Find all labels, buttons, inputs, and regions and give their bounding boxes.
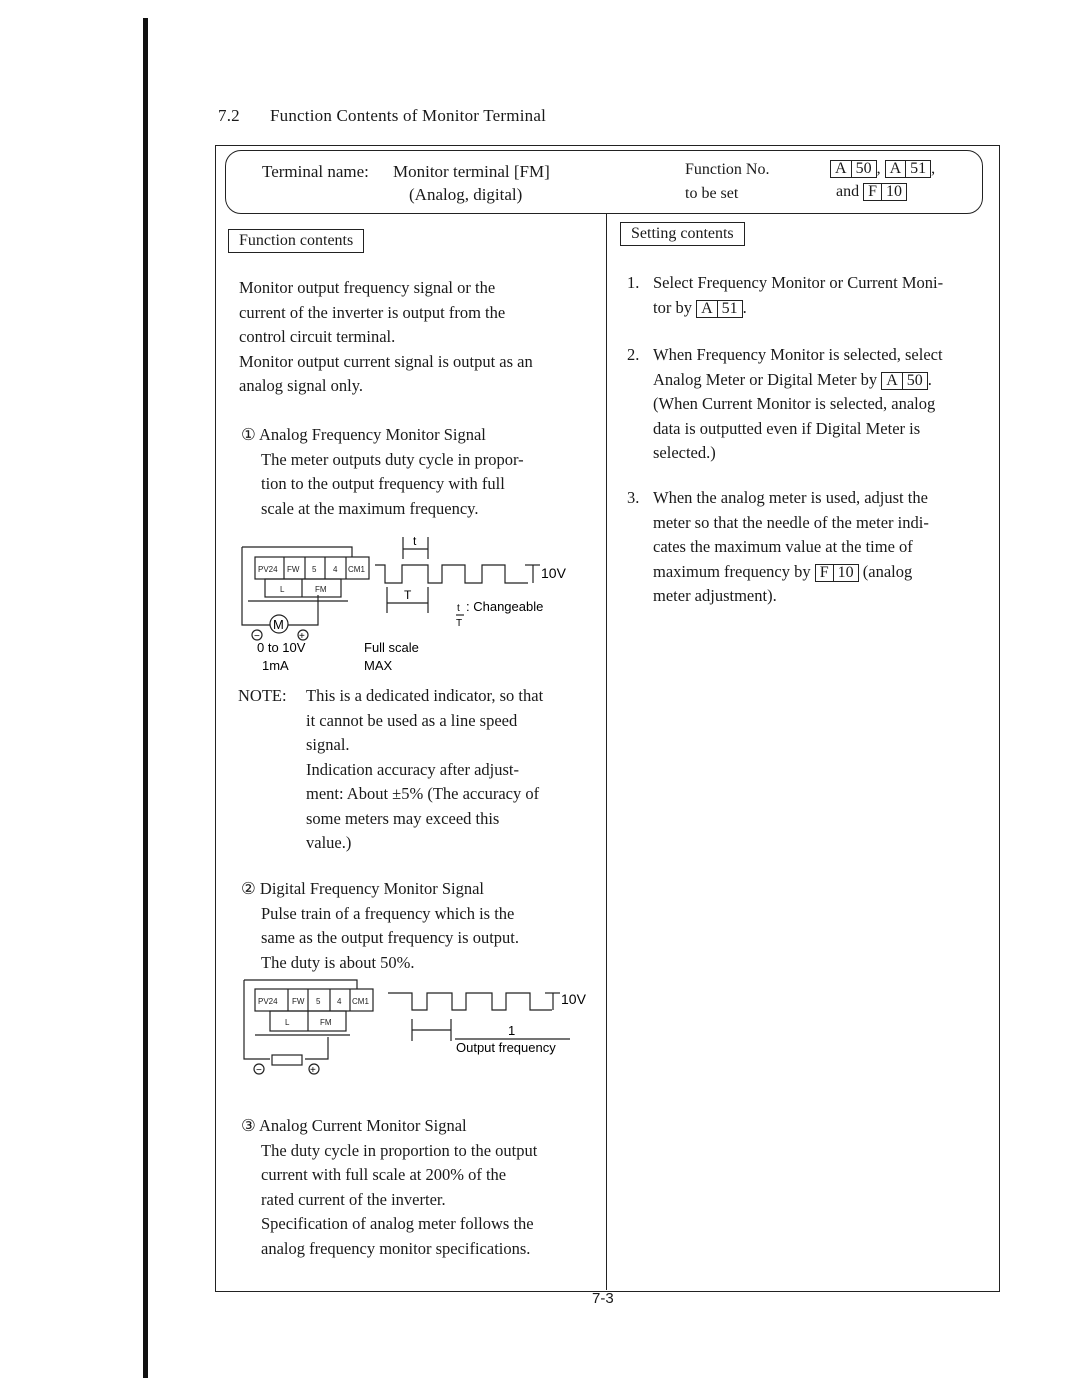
ratio-num: t [457, 603, 460, 614]
code-a50-ref: A 50 [881, 371, 928, 390]
changeable-label: : Changeable [466, 599, 543, 614]
code-f10-ref: F 10 [814, 563, 859, 582]
marker-1: ① [241, 425, 256, 444]
setting-item-2: 2. When Frequency Monitor is selected, s… [627, 345, 943, 462]
terminal-4: 4 [333, 565, 338, 574]
wire-right [288, 595, 319, 626]
marker-2: ② [241, 879, 256, 898]
voltage-label: 10V [541, 565, 567, 581]
function-contents-tag: Function contents [228, 229, 365, 253]
max-label: MAX [364, 658, 393, 673]
code-a51: A 51 [884, 160, 932, 178]
page-number: 7-3 [592, 1290, 614, 1307]
wire-top [242, 546, 353, 557]
frac-den: Output frequency [456, 1040, 556, 1055]
t-label: t [413, 534, 417, 548]
svg-text:FM: FM [320, 1018, 332, 1027]
analog-monitor-figure: PV24 FW 5 4 CM1 L FM M − + t T 10V t T :… [241, 534, 567, 673]
frac-num: 1 [508, 1023, 515, 1038]
pulse-waveform [388, 992, 552, 1011]
section-number: 7.2 [218, 106, 240, 125]
terminal-name: Monitor terminal [FM] [393, 162, 550, 181]
current-label: 1mA [262, 658, 289, 673]
signal-2-title: Digital Frequency Monitor Signal [259, 879, 485, 898]
setting-item-3: 3. When the analog meter is used, adjust… [627, 488, 929, 605]
terminal-l: L [280, 585, 285, 594]
svg-text:L: L [285, 1018, 290, 1027]
function-no-sub: to be set [685, 185, 739, 202]
code-f10: F 10 [863, 183, 908, 201]
marker-3: ③ [241, 1116, 256, 1135]
range-label: 0 to 10V [257, 640, 306, 655]
terminal-sub: (Analog, digital) [409, 185, 523, 204]
fullscale-label: Full scale [364, 640, 419, 655]
section-heading: 7.2 Function Contents of Monitor Terminal [218, 106, 546, 126]
T-label: T [404, 588, 412, 602]
terminal-cm1: CM1 [348, 565, 365, 574]
digital-display [271, 1054, 303, 1066]
function-codes-line2: and F 10 [836, 183, 908, 201]
intro-paragraph: Monitor output frequency signal or the c… [239, 278, 533, 395]
note-block: NOTE: This is a dedicated indicator, so … [238, 686, 544, 852]
note-label: NOTE: [238, 686, 287, 705]
code-a51-ref: A 51 [696, 299, 743, 318]
function-no-label: Function No. [685, 161, 770, 178]
voltage-label-2: 10V [561, 991, 587, 1007]
svg-text:5: 5 [316, 997, 321, 1006]
plus-sign-2: + [310, 1065, 316, 1076]
terminal-fw: FW [287, 565, 300, 574]
svg-text:4: 4 [337, 997, 342, 1006]
terminal-label: Terminal name: [262, 162, 369, 181]
signal-2-section: ② Digital Frequency Monitor Signal Pulse… [241, 879, 519, 972]
svg-text:PV24: PV24 [258, 997, 278, 1006]
meter-symbol: M [273, 617, 284, 632]
svg-text:CM1: CM1 [352, 997, 369, 1006]
signal-1-title: Analog Frequency Monitor Signal [259, 425, 486, 444]
terminal-5: 5 [312, 565, 317, 574]
setting-contents-tag: Setting contents [620, 222, 745, 246]
signal-3-section: ③ Analog Current Monitor Signal The duty… [241, 1116, 538, 1258]
section-title: Function Contents of Monitor Terminal [270, 106, 546, 125]
minus-sign-2: − [256, 1065, 262, 1076]
signal-1-section: ① Analog Frequency Monitor Signal The me… [241, 425, 524, 518]
svg-text:FW: FW [292, 997, 305, 1006]
wire-left [241, 547, 270, 626]
ratio-den: T [456, 618, 462, 629]
function-codes-line1: A 50, A 51, [830, 160, 935, 178]
pwm-waveform [375, 564, 528, 584]
signal-3-title: Analog Current Monitor Signal [259, 1116, 467, 1135]
terminal-fm: FM [315, 585, 327, 594]
binding-edge [143, 18, 148, 1378]
code-a50: A 50 [830, 160, 877, 178]
setting-item-1: 1. Select Frequency Monitor or Current M… [627, 273, 944, 318]
digital-monitor-figure: PV24 FW 5 4 CM1 L FM − + 10V 1 Output fr… [243, 979, 587, 1076]
terminal-pv24: PV24 [258, 565, 278, 574]
terminal-block-bottom [264, 578, 342, 598]
